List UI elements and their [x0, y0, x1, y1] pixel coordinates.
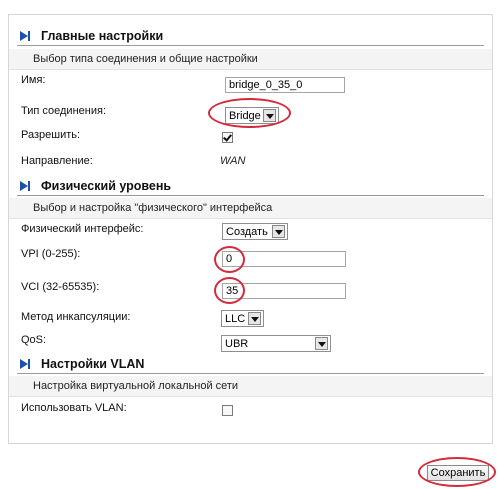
main-settings-title: Главные настройки — [41, 29, 164, 43]
direction-value: WAN — [220, 155, 246, 167]
vlan-settings-description: Настройка виртуальной локальной сети — [9, 376, 492, 397]
arrow-right-icon — [17, 28, 33, 44]
main-settings-header: Главные настройки — [17, 27, 484, 46]
qos-label: QoS: — [21, 334, 47, 346]
vpi-input[interactable] — [222, 251, 346, 267]
vlan-settings-header: Настройки VLAN — [17, 355, 484, 374]
main-settings-description: Выбор типа соединения и общие настройки — [9, 49, 492, 70]
arrow-right-icon — [17, 356, 33, 372]
vci-input[interactable] — [222, 283, 346, 299]
chevron-down-icon — [248, 312, 261, 325]
enable-label: Разрешить: — [21, 129, 81, 141]
enable-checkbox[interactable] — [222, 132, 233, 143]
iface-label: Физический интерфейс: — [21, 223, 144, 235]
arrow-right-icon — [17, 178, 33, 194]
encap-select[interactable]: LLC — [221, 310, 264, 327]
conn-type-value: Bridge — [229, 109, 261, 122]
save-button[interactable]: Сохранить — [427, 465, 489, 481]
iface-select[interactable]: Создать — [222, 223, 288, 240]
vci-label: VCI (32-65535): — [21, 281, 100, 293]
iface-value: Создать — [226, 225, 268, 238]
qos-select[interactable]: UBR — [221, 335, 331, 352]
physical-layer-header: Физический уровень — [17, 177, 484, 196]
conn-type-select[interactable]: Bridge — [225, 107, 279, 124]
vlan-settings-title: Настройки VLAN — [41, 357, 145, 371]
name-label: Имя: — [21, 74, 46, 86]
chevron-down-icon — [263, 109, 276, 122]
physical-layer-title: Физический уровень — [41, 179, 172, 193]
encap-label: Метод инкапсуляции: — [21, 311, 131, 323]
encap-value: LLC — [225, 312, 246, 325]
chevron-down-icon — [272, 225, 285, 238]
qos-value: UBR — [225, 337, 249, 350]
name-input[interactable] — [225, 77, 345, 93]
settings-panel: Главные настройки Выбор типа соединения … — [8, 14, 493, 444]
vpi-label: VPI (0-255): — [21, 248, 81, 260]
conn-type-label: Тип соединения: — [21, 105, 106, 117]
physical-layer-description: Выбор и настройка "физического" интерфей… — [9, 198, 492, 219]
direction-label: Направление: — [21, 155, 93, 167]
use-vlan-label: Использовать VLAN: — [21, 402, 127, 414]
use-vlan-checkbox[interactable] — [222, 405, 233, 416]
chevron-down-icon — [315, 337, 328, 350]
